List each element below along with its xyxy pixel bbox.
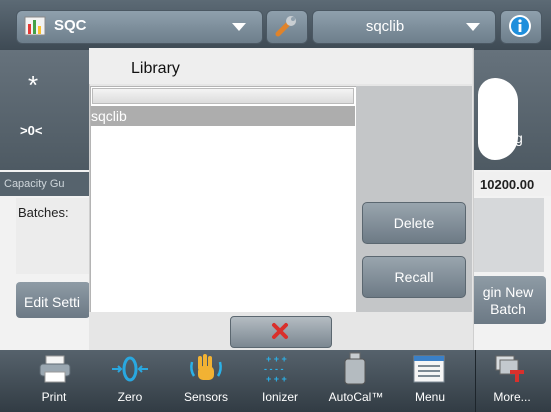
- delete-button[interactable]: Delete: [362, 202, 466, 244]
- autocal-label: AutoCal™: [328, 390, 384, 404]
- svg-text:+ + +: + + +: [266, 374, 287, 384]
- chevron-down-icon: [466, 23, 480, 31]
- stats-panel: [472, 198, 544, 272]
- weight-reading-digit: [478, 78, 518, 160]
- info-icon: [509, 15, 531, 37]
- zero-indicator: >0<: [20, 123, 43, 138]
- capacity-label: Capacity Gu: [4, 178, 65, 190]
- close-icon: [272, 323, 288, 339]
- printer-icon: [39, 355, 71, 383]
- chevron-down-icon: [232, 23, 246, 31]
- menu-label: Menu: [414, 390, 446, 404]
- svg-text:- - - -: - - - -: [264, 364, 284, 374]
- batches-label: Batches:: [18, 205, 69, 220]
- dialog-title: Library: [131, 60, 180, 77]
- capacity-value: 10200.00: [480, 177, 535, 192]
- print-label: Print: [41, 390, 67, 404]
- sensors-label: Sensors: [183, 390, 229, 404]
- list-item-selected[interactable]: [91, 106, 355, 126]
- list-scroll-up[interactable]: [92, 88, 354, 104]
- menu-icon: [413, 355, 445, 383]
- wrench-icon: [275, 16, 296, 37]
- begin-new-batch-label: gin New Batch: [482, 284, 534, 317]
- stability-indicator: *: [28, 70, 39, 100]
- more-icon: [495, 355, 524, 382]
- ionizer-icon: + + + - - - - + + +: [264, 354, 287, 384]
- sensors-hand-icon: [190, 354, 222, 380]
- autocal-weight-icon: [344, 352, 366, 385]
- toolbar-separator: [475, 350, 476, 412]
- application-name: SQC: [54, 17, 87, 34]
- more-label: More...: [493, 390, 531, 404]
- weight-unit: g: [515, 130, 523, 146]
- ionizer-label: Ionizer: [261, 390, 299, 404]
- list-item-label: sqclib: [91, 108, 127, 124]
- svg-text:+ + +: + + +: [266, 354, 287, 364]
- zero-label: Zero: [117, 390, 143, 404]
- recall-button[interactable]: Recall: [362, 256, 466, 298]
- edit-settings-label: Edit Setti: [24, 294, 81, 310]
- library-name: sqclib: [365, 18, 405, 35]
- zero-icon: [112, 356, 148, 382]
- bar-chart-icon: [24, 16, 46, 36]
